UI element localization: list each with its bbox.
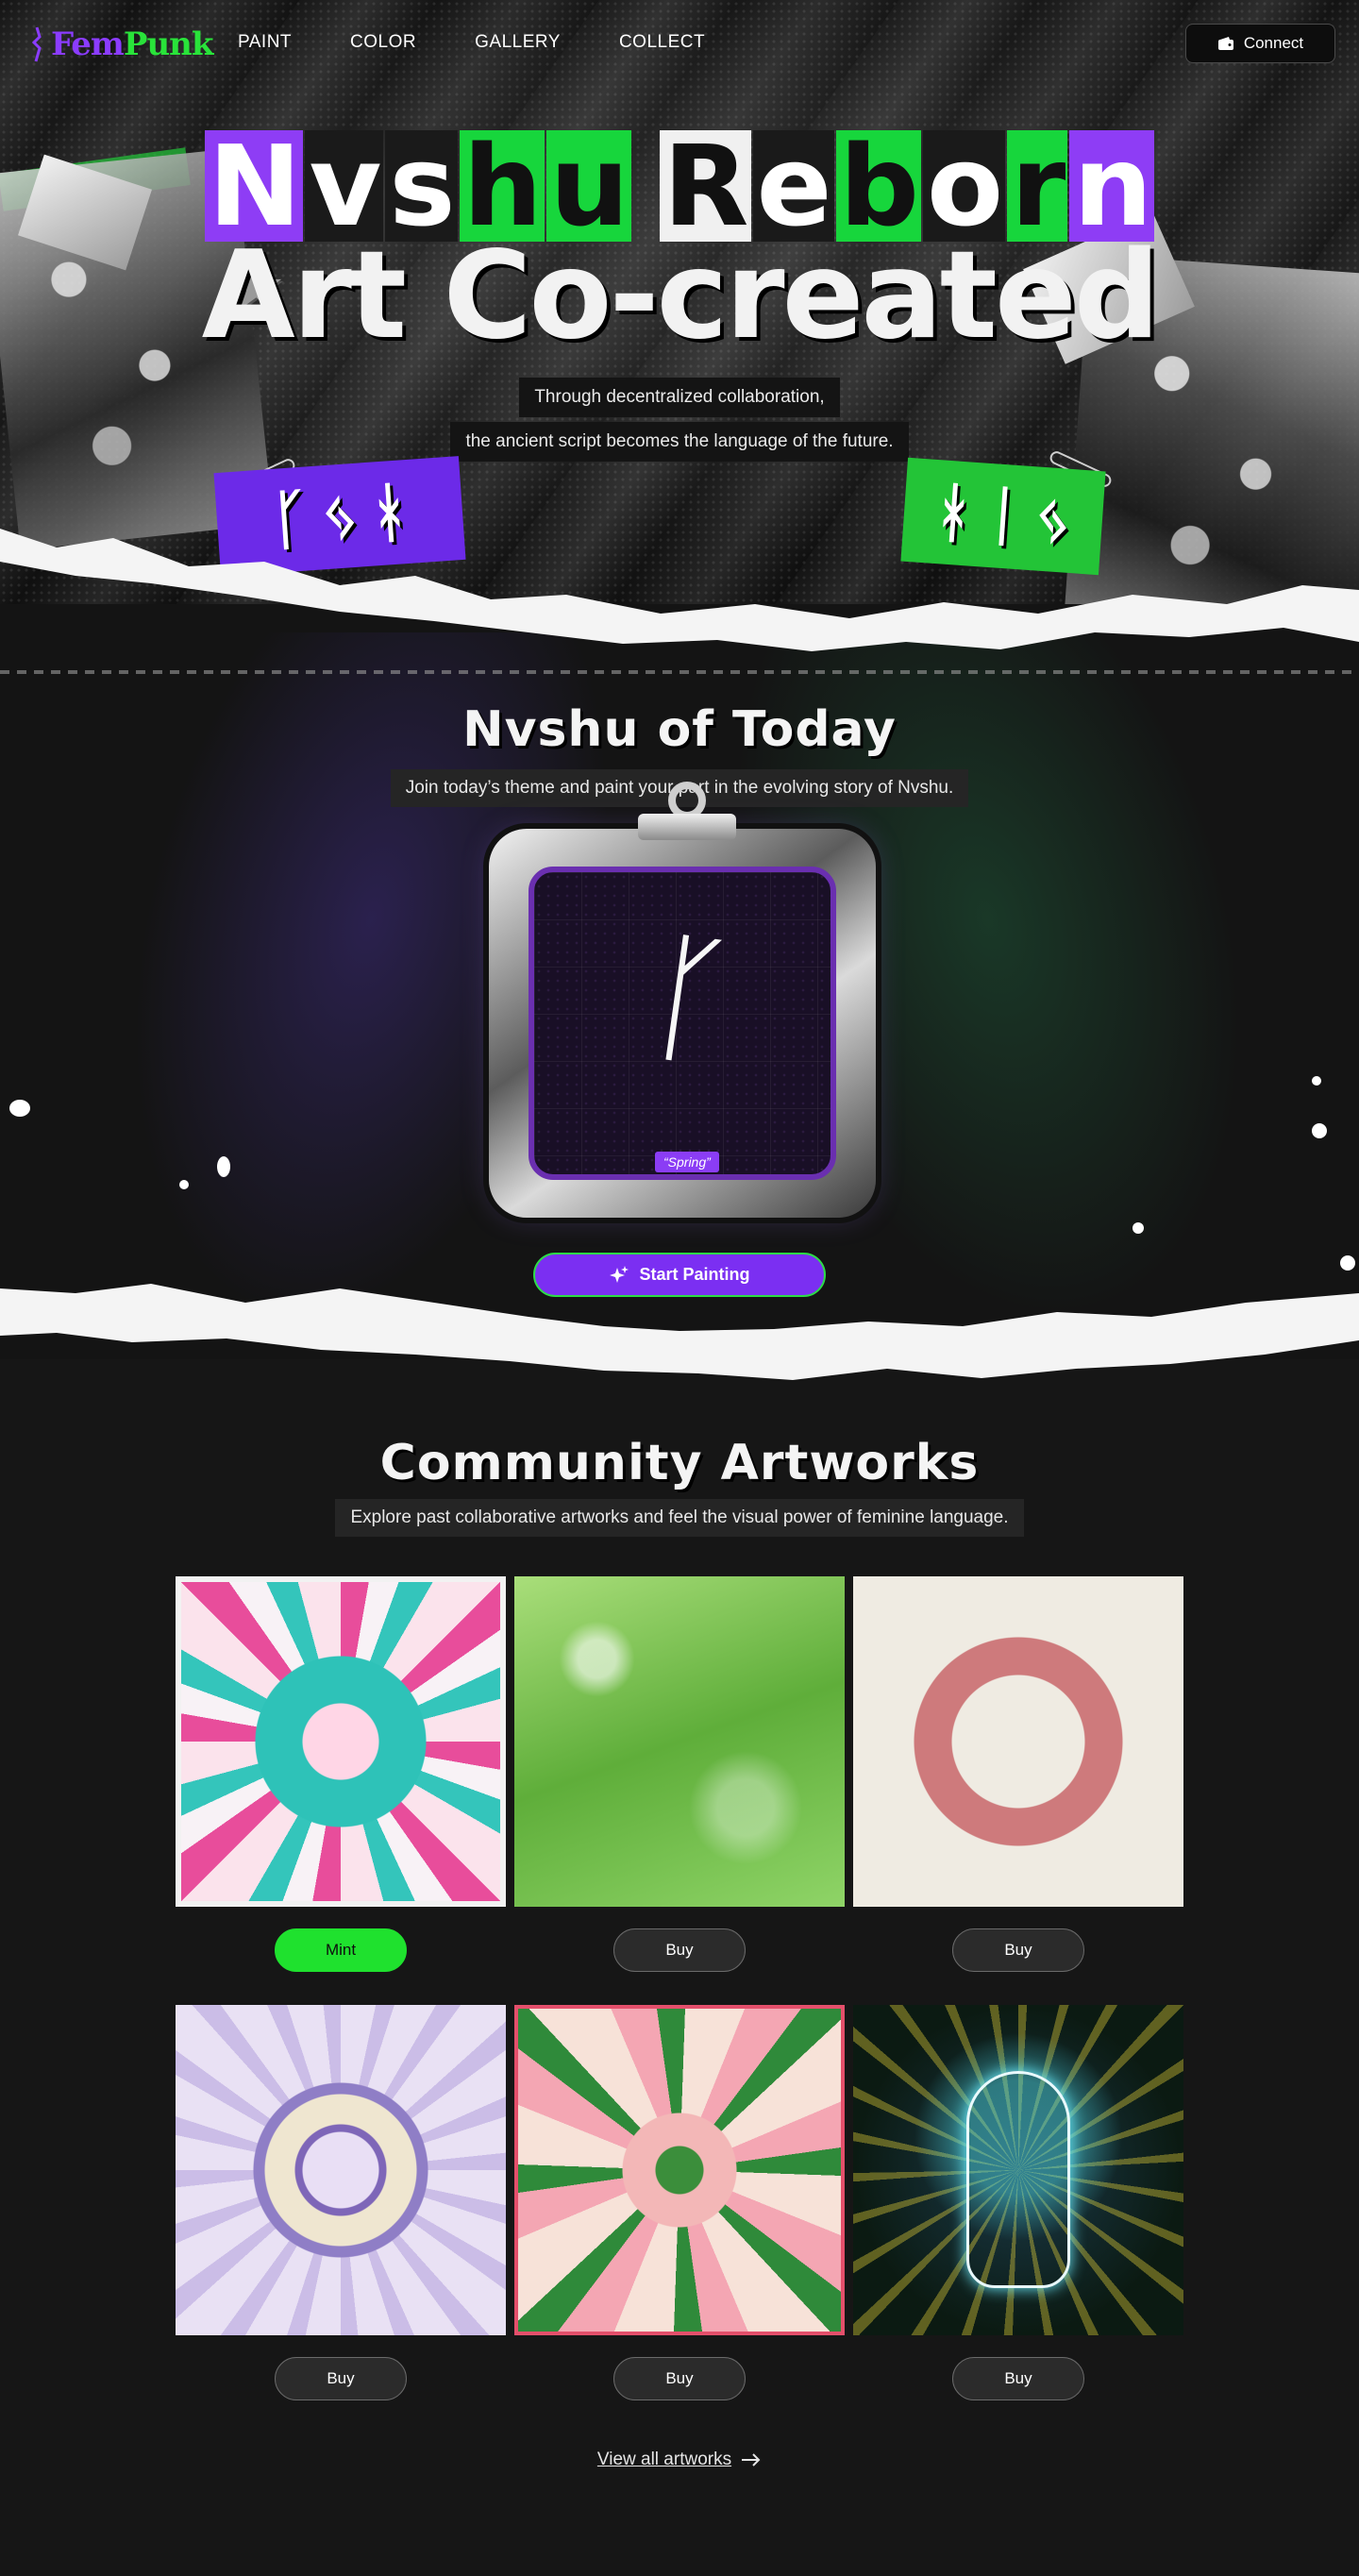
mint-button[interactable]: Mint [275,1928,407,1972]
artwork-image[interactable] [514,2005,845,2335]
paint-splatter [179,1180,189,1189]
buy-button[interactable]: Buy [952,2357,1084,2400]
artwork-image[interactable] [176,1576,506,1907]
artwork-card: Mint [176,1576,506,1972]
nav-link-collect[interactable]: COLLECT [619,32,705,53]
today-canvas[interactable]: ᚴ “Spring” [528,867,836,1180]
binder-clip-icon [638,782,736,840]
today-title: Nvshu of Today [462,701,897,758]
artwork-card: Buy [176,2005,506,2400]
painting-frame[interactable]: ᚴ “Spring” [489,782,876,1218]
community-subtitle: Explore past collaborative artworks and … [0,1499,1359,1537]
hero-subtitle-1: Through decentralized collaboration, [0,378,1359,417]
glowing-figure [966,2071,1070,2288]
artwork-card: Buy [853,1576,1183,1972]
artwork-image[interactable] [853,1576,1183,1907]
logo-glyph-icon [31,26,42,62]
artwork-card: Buy [853,2005,1183,2400]
paint-splatter [1312,1123,1327,1138]
hero-subtitle-2: the ancient script becomes the language … [0,422,1359,462]
femPunk-logo[interactable]: FemPunk [28,21,213,68]
paint-splatter [217,1156,230,1177]
paint-splatter [9,1100,30,1117]
artwork-image[interactable] [176,2005,506,2335]
nav-link-gallery[interactable]: GALLERY [475,32,561,53]
artwork-card: Buy [514,2005,845,2400]
buy-button[interactable]: Buy [952,1928,1084,1972]
top-navigation: FemPunk PAINT COLOR GALLERY COLLECT Conn… [0,0,1359,91]
logo-text: FemPunk [51,25,213,63]
view-all-link-container: View all artworks [0,2450,1359,2470]
arrow-right-icon [742,2453,761,2467]
torn-paper-divider [0,529,1359,651]
nav-link-paint[interactable]: PAINT [238,32,292,53]
buy-button[interactable]: Buy [613,1928,746,1972]
artwork-image[interactable] [514,1576,845,1907]
connect-wallet-button[interactable]: Connect [1185,24,1335,63]
theme-tag: “Spring” [655,1152,719,1172]
nav-link-color[interactable]: COLOR [350,32,416,53]
paint-splatter [1312,1076,1321,1086]
barbed-wire-decoration [0,670,1359,674]
paint-splatter [1132,1222,1144,1234]
hero-title: Nvshu Reborn Art Co-created [0,130,1359,357]
community-title: Community Artworks [379,1435,980,1491]
view-all-artworks-link[interactable]: View all artworks [597,2450,762,2470]
connect-label: Connect [1243,34,1304,52]
community-section: Community Artworks Explore past collabor… [0,1359,1359,2576]
buy-button[interactable]: Buy [613,2357,746,2400]
artwork-image[interactable] [853,2005,1183,2335]
paint-splatter [1340,1255,1355,1271]
hero-title-line2: Art Co-created [201,226,1161,366]
artwork-card: Buy [514,1576,845,1972]
buy-button[interactable]: Buy [275,2357,407,2400]
torn-paper-divider [0,1284,1359,1380]
nav-links: PAINT COLOR GALLERY COLLECT [238,32,763,53]
wallet-icon [1217,37,1233,50]
